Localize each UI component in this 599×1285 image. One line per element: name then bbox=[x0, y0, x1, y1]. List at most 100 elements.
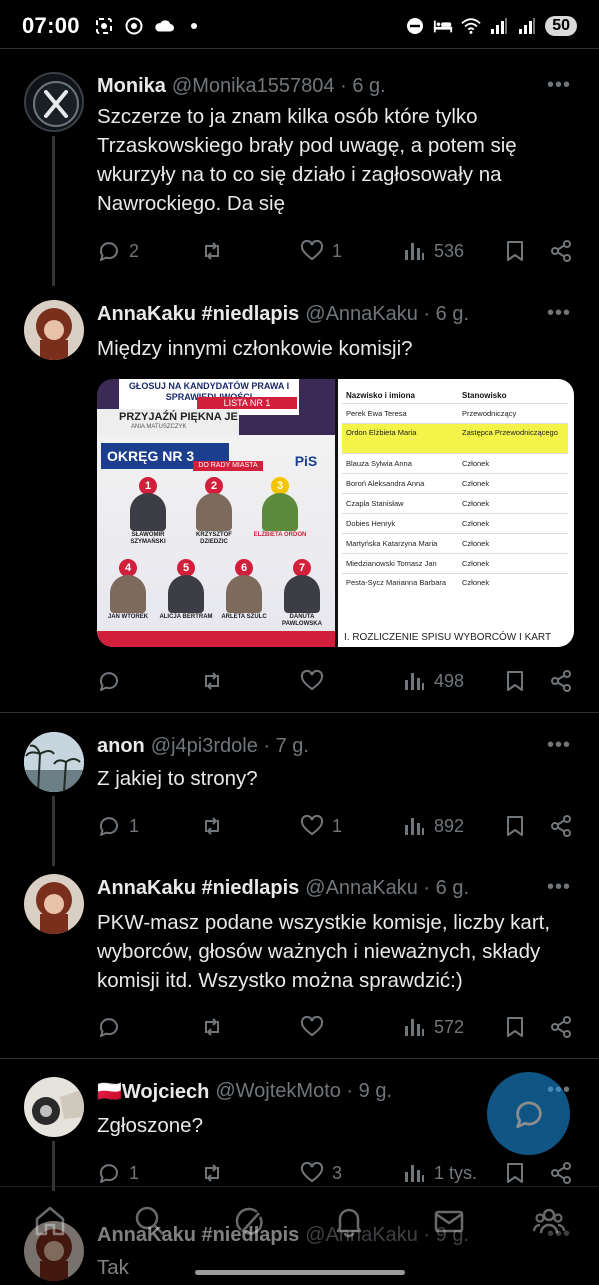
share-icon bbox=[551, 240, 571, 262]
author-name[interactable]: 🇵🇱Wojciech bbox=[97, 1079, 209, 1104]
compose-reply-button[interactable] bbox=[487, 1072, 570, 1155]
wifi-icon bbox=[461, 17, 481, 35]
avatar[interactable] bbox=[24, 300, 84, 360]
bookmark-button[interactable] bbox=[503, 667, 527, 695]
table-cell-role: Członek bbox=[462, 559, 490, 568]
views-button[interactable]: 1 tys. bbox=[402, 1159, 477, 1187]
bookmark-button[interactable] bbox=[503, 1013, 527, 1041]
signal-icon bbox=[489, 17, 509, 35]
screenshot-icon bbox=[94, 17, 114, 35]
avatar[interactable] bbox=[24, 732, 84, 792]
table-cell-role: Członek bbox=[462, 459, 490, 468]
share-button[interactable] bbox=[549, 1013, 573, 1041]
retweet-button[interactable] bbox=[200, 1159, 232, 1187]
candidate-card: 4 JAN WTOREK bbox=[101, 559, 155, 633]
like-button[interactable]: 3 bbox=[300, 1159, 342, 1187]
candidate-photo bbox=[168, 575, 204, 613]
reply-tweet[interactable]: AnnaKaku #niedlapis @AnnaKaku · 6 g. •••… bbox=[0, 300, 599, 700]
author-handle-time: @j4pi3rdole · 7 g. bbox=[150, 734, 309, 757]
candidate-name: ALICJA BERTRAM bbox=[159, 614, 213, 620]
tweet-actions: 1 1 892 bbox=[97, 812, 577, 840]
thread-line bbox=[52, 1141, 55, 1191]
reply-button[interactable]: 1 bbox=[97, 812, 139, 840]
table-cell-role: Członek bbox=[462, 479, 490, 488]
table-cell-name: Czapla Stanisław bbox=[346, 499, 404, 508]
candidate-name: ELŻBIETA ORDON bbox=[253, 532, 307, 538]
messages-icon[interactable] bbox=[432, 1204, 466, 1243]
retweet-button[interactable] bbox=[200, 812, 232, 840]
author-name[interactable]: anon bbox=[97, 735, 145, 758]
tweet-media[interactable]: GŁOSUJ NA KANDYDATÓW PRAWA I SPRAWIEDLIW… bbox=[97, 379, 574, 647]
table-row: Miedzianowski Tomasz Jan Członek bbox=[342, 553, 568, 573]
tweet-actions: 498 bbox=[97, 667, 577, 695]
share-button[interactable] bbox=[549, 667, 573, 695]
like-button[interactable]: 1 bbox=[300, 812, 342, 840]
reply-tweet[interactable]: AnnaKaku #niedlapis @AnnaKaku · 6 g. •••… bbox=[0, 874, 599, 1044]
author-handle-time: @Monika1557804 · 6 g. bbox=[171, 74, 386, 97]
dnd-icon bbox=[405, 17, 425, 35]
bookmark-button[interactable] bbox=[503, 812, 527, 840]
table-cell-role: Zastępca Przewodniczącego bbox=[462, 428, 558, 437]
table-cell-role: Przewodniczący bbox=[462, 409, 517, 418]
more-options-icon[interactable]: ••• bbox=[547, 74, 571, 97]
heart-icon bbox=[300, 814, 324, 836]
clock: 07:00 bbox=[22, 13, 80, 38]
signal-icon bbox=[517, 17, 537, 35]
heart-icon bbox=[300, 1161, 324, 1183]
views-button[interactable]: 892 bbox=[402, 812, 464, 840]
like-button[interactable] bbox=[300, 667, 332, 695]
notifications-icon[interactable] bbox=[332, 1204, 366, 1243]
reply-button[interactable] bbox=[97, 667, 129, 695]
avatar[interactable] bbox=[24, 1077, 84, 1137]
author-name[interactable]: AnnaKaku #niedlapis bbox=[97, 303, 299, 326]
like-button[interactable] bbox=[300, 1013, 332, 1041]
like-button[interactable]: 1 bbox=[300, 237, 342, 265]
views-button[interactable]: 572 bbox=[402, 1013, 464, 1041]
views-icon bbox=[405, 818, 424, 835]
bookmark-button[interactable] bbox=[503, 1159, 527, 1187]
author-handle-time: @AnnaKaku · 6 g. bbox=[305, 876, 470, 899]
views-button[interactable]: 498 bbox=[402, 667, 464, 695]
avatar[interactable] bbox=[24, 72, 84, 132]
reply-button[interactable]: 2 bbox=[97, 237, 139, 265]
gesture-bar[interactable] bbox=[195, 1270, 405, 1275]
communities-icon[interactable] bbox=[532, 1204, 566, 1243]
grok-icon[interactable] bbox=[233, 1204, 267, 1243]
reply-icon bbox=[99, 817, 118, 836]
reply-button[interactable] bbox=[97, 1013, 129, 1041]
author-name[interactable]: AnnaKaku #niedlapis bbox=[97, 877, 299, 900]
bookmark-button[interactable] bbox=[503, 237, 527, 265]
author-name[interactable]: Monika bbox=[97, 75, 166, 98]
more-options-icon[interactable]: ••• bbox=[547, 302, 571, 325]
more-options-icon[interactable]: ••• bbox=[547, 734, 571, 757]
retweet-icon bbox=[205, 817, 219, 835]
retweet-button[interactable] bbox=[200, 1013, 232, 1041]
share-button[interactable] bbox=[549, 237, 573, 265]
reply-tweet[interactable]: Monika @Monika1557804 · 6 g. ••• Szczerz… bbox=[0, 72, 599, 286]
thread-divider bbox=[0, 712, 599, 713]
candidate-card: 2 KRZYSZTOF DZIEDZIC bbox=[183, 477, 245, 551]
table-row: Boroń Aleksandra Anna Członek bbox=[342, 473, 568, 493]
share-button[interactable] bbox=[549, 1159, 573, 1187]
thread-line bbox=[52, 796, 55, 866]
thread-line bbox=[52, 136, 55, 286]
reply-button[interactable]: 1 bbox=[97, 1159, 139, 1187]
share-icon bbox=[551, 1016, 571, 1038]
views-button[interactable]: 536 bbox=[402, 237, 464, 265]
retweet-button[interactable] bbox=[200, 237, 232, 265]
table-row: Ordon Elżbieta Maria Zastępca Przewodnicz… bbox=[342, 423, 568, 453]
avatar[interactable] bbox=[24, 874, 84, 934]
reply-tweet[interactable]: anon @j4pi3rdole · 7 g. ••• Z jakiej to … bbox=[0, 732, 599, 866]
heart-icon bbox=[300, 239, 324, 261]
more-options-icon[interactable]: ••• bbox=[547, 876, 571, 899]
chrome-icon bbox=[124, 17, 144, 35]
share-button[interactable] bbox=[549, 812, 573, 840]
tweet-text: Szczerze to ja znam kilka osób które tyl… bbox=[97, 105, 517, 215]
candidate-name: KRZYSZTOF DZIEDZIC bbox=[196, 532, 232, 545]
retweet-button[interactable] bbox=[200, 667, 232, 695]
search-icon[interactable] bbox=[133, 1204, 167, 1243]
bed-icon bbox=[433, 17, 453, 35]
candidate-photo bbox=[284, 575, 320, 613]
home-icon[interactable] bbox=[33, 1204, 67, 1243]
bookmark-icon bbox=[507, 241, 523, 261]
